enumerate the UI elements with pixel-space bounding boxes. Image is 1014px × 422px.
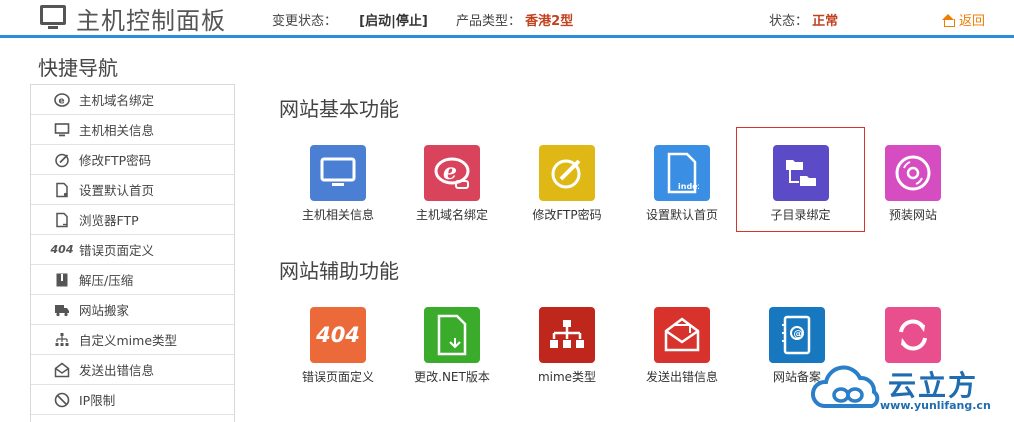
sidebar-item-mime[interactable]: 自定义mime类型 (31, 325, 234, 355)
change-status-label: 变更状态： (272, 14, 338, 29)
tile-net-version[interactable]: 更改.NET版本 (392, 307, 512, 385)
disc-icon (885, 145, 941, 201)
tile-label: 修改FTP密码 (532, 208, 602, 222)
sidebar-item-label: 自定义mime类型 (79, 333, 178, 348)
sidebar-item-error-page[interactable]: 404 错误页面定义 (31, 235, 234, 265)
sidebar-item-label: 发送出错信息 (79, 363, 155, 378)
section-title-basic: 网站基本功能 (279, 97, 399, 121)
app-title: 主机控制面板 (76, 7, 226, 35)
sidebar-item-label: 错误页面定义 (79, 243, 155, 258)
mail-icon (53, 362, 71, 378)
svg-text:e: e (443, 159, 457, 185)
document-icon (53, 182, 71, 198)
tile-mime-type[interactable]: mime类型 (507, 307, 627, 385)
document-switch-icon (424, 307, 480, 363)
domain-icon: e (53, 92, 71, 108)
tile-label: 预装网站 (888, 208, 937, 222)
edit-icon (539, 145, 595, 201)
tile-ftp-password[interactable]: 修改FTP密码 (507, 145, 627, 223)
status-value: 正常 (812, 14, 839, 29)
sidebar-title: 快捷导航 (38, 56, 118, 80)
document-arrow-icon (53, 212, 71, 228)
monitor-icon (310, 145, 366, 201)
product-type-value: 香港2型 (525, 14, 574, 29)
tile-label: 错误页面定义 (301, 370, 374, 384)
sidebar-item-domain-binding[interactable]: e 主机域名绑定 (31, 85, 234, 115)
watermark-name: 云立方 (888, 369, 979, 402)
sidebar-item-host-info[interactable]: 主机相关信息 (31, 115, 234, 145)
change-status: 变更状态： [启动|停止] (272, 10, 428, 29)
tile-site-filing[interactable]: @ 网站备案 (737, 307, 857, 385)
tree-icon (53, 332, 71, 348)
home-icon (942, 14, 955, 27)
index-label: index (678, 182, 699, 191)
sidebar-item-label: 修改FTP密码 (79, 153, 152, 168)
product-type: 产品类型： 香港2型 (456, 10, 573, 29)
ban-icon (53, 392, 71, 408)
tile-label: 网站备案 (772, 370, 821, 384)
truck-icon (53, 302, 71, 318)
tile-label: mime类型 (537, 370, 597, 384)
sidebar-item-label: IP限制 (79, 393, 116, 408)
tile-label: 设置默认首页 (645, 208, 718, 222)
watermark-url: www.yunlifang.cn (880, 399, 991, 412)
status-label: 状态： (769, 14, 809, 29)
error-404-text: 404 (316, 323, 360, 347)
error-404-icon: 404 (310, 307, 366, 363)
monitor-icon (53, 122, 71, 138)
folder-tree-icon (772, 145, 829, 201)
section-title-aux: 网站辅助功能 (279, 259, 399, 283)
sidebar-item-label: 主机域名绑定 (79, 93, 155, 108)
tile-label: 子目录绑定 (770, 208, 831, 222)
error-404-icon: 404 (50, 243, 74, 256)
sidebar-item-label: 网站搬家 (79, 303, 130, 318)
sidebar-item-label: 浏览器FTP (79, 213, 139, 228)
sidebar: e 主机域名绑定 主机相关信息 修改FTP密码 设置默认首页 浏览器FTP 40… (30, 84, 235, 422)
edit-icon (53, 152, 71, 168)
sidebar-item-site-migration[interactable]: 网站搬家 (31, 295, 234, 325)
tile-refresh[interactable] (853, 307, 973, 368)
tile-subdirectory-binding[interactable]: 子目录绑定 (736, 127, 865, 232)
tile-domain-binding[interactable]: e 主机域名绑定 (392, 145, 512, 223)
archive-icon (53, 272, 71, 288)
back-label: 返回 (959, 14, 986, 29)
sidebar-item-label: 主机相关信息 (79, 123, 155, 138)
tile-error-page[interactable]: 404 错误页面定义 (278, 307, 398, 385)
tile-host-info[interactable]: 主机相关信息 (278, 145, 398, 223)
header-bar: 主机控制面板 变更状态： [启动|停止] 产品类型： 香港2型 状态： 正常 返… (0, 0, 1014, 38)
contact-book-icon: @ (769, 307, 825, 363)
tile-preinstalled-site[interactable]: 预装网站 (853, 145, 973, 223)
sidebar-item-browser-ftp[interactable]: 浏览器FTP (31, 205, 234, 235)
tile-label: 主机域名绑定 (415, 208, 488, 222)
sidebar-item-archive[interactable]: 解压/压缩 (31, 265, 234, 295)
svg-text:e: e (59, 96, 65, 106)
refresh-icon (885, 307, 941, 363)
monitor-logo-icon (40, 5, 66, 29)
tile-label: 更改.NET版本 (414, 370, 490, 384)
sidebar-item-label: 设置默认首页 (79, 183, 155, 198)
svg-text:@: @ (794, 330, 803, 340)
sidebar-item-ip-limit[interactable]: IP限制 (31, 385, 234, 415)
back-button[interactable]: 返回 (942, 10, 985, 29)
mail-icon (654, 307, 710, 363)
tile-default-page[interactable]: index 设置默认首页 (622, 145, 742, 223)
tile-label: 主机相关信息 (301, 208, 374, 222)
index-page-icon: index (654, 145, 710, 201)
sidebar-item-default-page[interactable]: 设置默认首页 (31, 175, 234, 205)
tile-error-mail[interactable]: 发送出错信息 (622, 307, 742, 385)
product-type-label: 产品类型： (456, 14, 522, 29)
sidebar-item-error-mail[interactable]: 发送出错信息 (31, 355, 234, 385)
domain-icon: e (424, 145, 480, 201)
tile-label: 发送出错信息 (645, 370, 718, 384)
tree-icon (539, 307, 595, 363)
status: 状态： 正常 (769, 10, 838, 29)
sidebar-item-label: 解压/压缩 (79, 273, 134, 288)
sidebar-item-ftp-password[interactable]: 修改FTP密码 (31, 145, 234, 175)
change-status-toggle[interactable]: [启动|停止] (359, 14, 428, 29)
